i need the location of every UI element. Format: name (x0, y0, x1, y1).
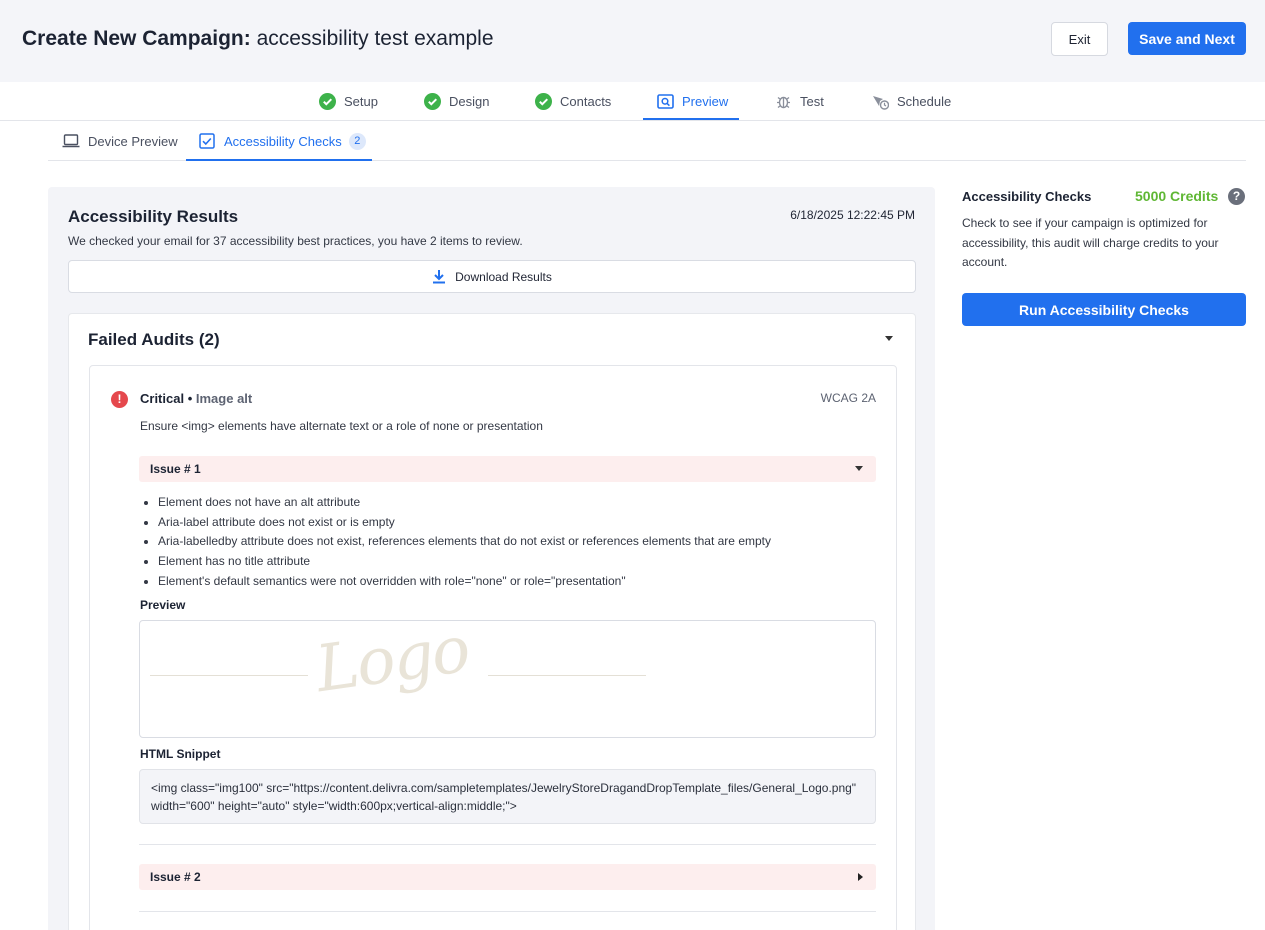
tab-device-preview[interactable]: Device Preview (62, 121, 178, 161)
wcag-level: WCAG 2A (820, 391, 876, 405)
checkbox-icon (199, 133, 215, 149)
rule-name: Image alt (195, 391, 253, 406)
step-schedule[interactable]: Schedule (872, 82, 951, 120)
sidebar-title: Accessibility Checks (962, 189, 1092, 204)
credits-value: 5000 Credits (1135, 188, 1219, 204)
download-label: Download Results (455, 269, 552, 284)
schedule-icon (873, 95, 889, 110)
issue-2-toggle[interactable]: Issue # 2 (139, 864, 876, 890)
download-icon (433, 270, 446, 284)
preview-icon (657, 93, 674, 109)
failed-audits-title: Failed Audits (2) (88, 330, 220, 349)
divider (139, 844, 876, 845)
page-title-prefix: Create New Campaign: (22, 27, 251, 50)
tab-accessibility-checks[interactable]: Accessibility Checks 2 (198, 121, 366, 161)
active-step-indicator (643, 118, 739, 120)
severity-label: Critical (140, 391, 185, 406)
html-snippet: <img class="img100" src="https://content… (139, 769, 876, 824)
list-item: Aria-labelledby attribute does not exist… (158, 532, 771, 552)
preview-subtabs: Device Preview Accessibility Checks 2 (48, 121, 1246, 161)
results-timestamp: 6/18/2025 12:22:45 PM (790, 208, 915, 222)
step-design[interactable]: Design (424, 82, 489, 120)
element-preview: Logo (139, 613, 876, 738)
issue-label: Issue # 1 (150, 462, 201, 476)
exit-button[interactable]: Exit (1051, 22, 1108, 56)
list-item: Element has no title attribute (158, 552, 771, 572)
preview-label: Preview (140, 598, 186, 612)
issue-1-toggle[interactable]: Issue # 1 (139, 456, 876, 482)
step-label: Schedule (897, 93, 952, 109)
chevron-right-icon (858, 873, 863, 881)
results-summary: We checked your email for 37 accessibili… (68, 234, 523, 248)
snippet-label: HTML Snippet (140, 747, 221, 761)
audit-item: ! Critical • Image alt WCAG 2A Ensure <i… (89, 365, 897, 930)
step-label: Design (449, 93, 490, 109)
list-item: Element's default semantics were not ove… (158, 572, 771, 592)
separator: • (187, 391, 193, 406)
check-circle-icon (424, 92, 441, 110)
save-and-next-button[interactable]: Save and Next (1128, 22, 1246, 55)
audit-heading: Critical • Image alt (140, 391, 252, 406)
wizard-steps: Setup Design Contacts Preview Test Sched… (0, 82, 1265, 121)
step-label: Test (800, 93, 824, 109)
page-title: Create New Campaign: accessibility test … (22, 27, 494, 51)
tab-label: Device Preview (88, 133, 178, 149)
list-item: Element does not have an alt attribute (158, 493, 771, 513)
sidebar-description: Check to see if your campaign is optimiz… (962, 216, 1219, 269)
divider (139, 911, 876, 912)
step-label: Preview (682, 93, 729, 109)
page-header: Create New Campaign: accessibility test … (0, 0, 1265, 82)
step-test[interactable]: Test (775, 82, 824, 120)
campaign-name: accessibility test example (256, 27, 494, 50)
tab-label: Accessibility Checks (224, 133, 342, 149)
laptop-icon (62, 134, 80, 148)
critical-alert-icon: ! (111, 391, 128, 408)
audit-description: Ensure <img> elements have alternate tex… (140, 419, 543, 433)
step-preview[interactable]: Preview (657, 82, 728, 120)
chevron-down-icon (855, 466, 863, 471)
check-circle-icon (319, 92, 336, 110)
help-icon[interactable]: ? (1228, 188, 1245, 205)
logo-image: Logo (311, 612, 473, 708)
step-contacts[interactable]: Contacts (535, 82, 611, 120)
bug-icon (777, 96, 790, 108)
chevron-down-icon[interactable] (885, 336, 893, 341)
results-title: Accessibility Results (68, 207, 239, 226)
run-accessibility-checks-button[interactable]: Run Accessibility Checks (962, 293, 1246, 326)
failed-audits-card: Failed Audits (2) ! Critical • Image alt… (68, 313, 916, 930)
step-label: Contacts (560, 93, 612, 109)
logo-divider (150, 675, 308, 676)
step-setup[interactable]: Setup (319, 82, 378, 120)
step-label: Setup (344, 93, 378, 109)
logo-divider (488, 675, 646, 676)
list-item: Aria-label attribute does not exist or i… (158, 513, 771, 533)
accessibility-results-panel: Accessibility Results 6/18/2025 12:22:45… (48, 187, 935, 930)
active-tab-indicator (186, 159, 372, 161)
download-results-button[interactable]: Download Results (68, 260, 916, 293)
check-circle-icon (535, 92, 552, 110)
issue-1-details: Element does not have an alt attribute A… (158, 493, 771, 591)
count-badge: 2 (348, 132, 366, 150)
issue-label: Issue # 2 (150, 870, 201, 884)
